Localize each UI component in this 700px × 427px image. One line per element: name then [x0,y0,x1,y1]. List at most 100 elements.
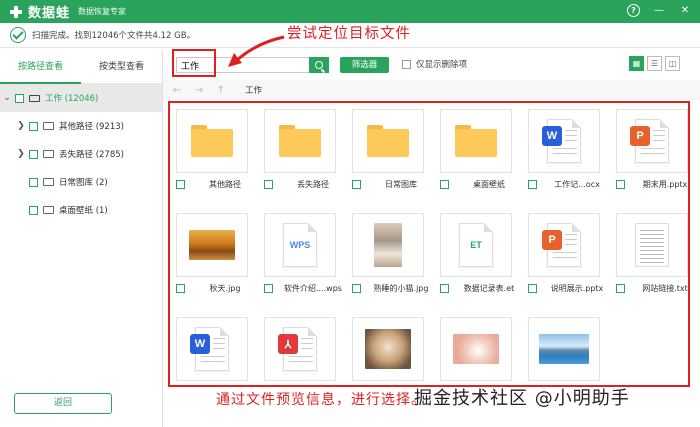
title-bar: 数据蛙 数据恢复专家 ? — ✕ [0,0,700,23]
file-thumbnail[interactable] [264,109,336,173]
breadcrumb: 工作 [245,86,263,96]
file-thumbnail[interactable] [352,109,424,173]
file-tile[interactable]: ET 数据记录表.et [436,209,514,299]
check-circle-icon [10,27,26,43]
file-checkbox[interactable] [440,284,449,293]
deleted-only-toggle[interactable]: 仅显示删除项 [402,58,467,70]
file-label: 网站链接.txt [616,283,700,294]
nav-back-icon[interactable]: ← [169,85,185,96]
image-thumbnail [189,230,235,260]
file-tile[interactable]: 其他路径 [172,105,250,195]
file-tile[interactable]: P 说明展示.pptx [524,209,603,299]
file-tile[interactable]: WPS 软件介绍....wps [260,209,342,299]
file-thumbnail[interactable]: P [616,109,688,173]
file-tile[interactable]: W 工作记...ocx [524,105,602,195]
tree-item-wallpaper[interactable]: 桌面壁纸 (1) [0,196,162,224]
file-thumbnail[interactable]: W [528,109,600,173]
file-checkbox[interactable] [616,284,625,293]
chevron-right-icon[interactable]: ❯ [16,149,26,159]
file-thumbnail[interactable]: W [176,317,248,381]
deleted-only-label: 仅显示删除项 [416,60,468,70]
tree-checkbox[interactable] [29,149,38,159]
image-thumbnail [365,329,411,369]
tree-item-root[interactable]: ⌄ 工作 (12046) [0,84,162,112]
tree-item-label: 工作 (12046) [45,94,99,104]
image-thumbnail [374,223,402,267]
file-thumbnail[interactable] [352,213,424,277]
nav-up-icon[interactable]: ↑ [213,85,229,96]
app-name: 数据蛙 [28,6,71,21]
watermark: 掘金技术社区 @小明助手 [414,388,630,409]
file-label: 桌面壁纸 [440,179,524,190]
file-tile[interactable]: 秋天.jpg [172,209,250,299]
file-name: 秋天.jpg [209,284,241,293]
file-label: 期末用.pptx [616,179,700,190]
grid-view-icon[interactable]: ▦ [629,56,644,71]
file-thumbnail[interactable] [440,317,512,381]
tree-checkbox[interactable] [29,177,38,187]
detail-view-icon[interactable]: ◫ [665,56,680,71]
chevron-down-icon[interactable]: ⌄ [2,93,12,103]
et-file-icon: ET [459,223,493,267]
view-toggles: ▦ ☰ ◫ [629,56,680,71]
file-checkbox[interactable] [176,180,185,189]
chevron-right-icon[interactable]: ❯ [16,121,26,131]
file-name: 网站链接.txt [642,284,688,293]
back-button[interactable]: 返回 [14,393,112,414]
file-name: 数据记录表.et [463,284,515,293]
file-thumbnail[interactable]: WPS [264,213,336,277]
file-name: 熟睡的小猫.jpg [373,284,429,293]
filter-button[interactable]: 筛选器 [340,57,389,73]
deleted-only-checkbox[interactable] [402,59,411,69]
file-thumbnail[interactable]: ET [440,213,512,277]
file-tile[interactable]: 丢失路径 [260,105,338,195]
folder-icon [43,178,54,186]
file-checkbox[interactable] [352,284,361,293]
file-thumbnail[interactable]: ⅄ [264,317,336,381]
file-label: 说明展示.pptx [528,283,612,294]
sidebar: 按路径查看 按类型查看 ⌄ 工作 (12046) ❯ 其他路径 (9213) ❯… [0,50,163,427]
tree-checkbox[interactable] [29,121,38,131]
minimize-button[interactable]: — [652,3,666,17]
tree-item-other-path[interactable]: ❯ 其他路径 (9213) [0,112,162,140]
tab-by-path[interactable]: 按路径查看 [0,50,81,84]
image-thumbnail [539,334,589,364]
file-checkbox[interactable] [176,284,185,293]
file-thumbnail[interactable] [440,109,512,173]
close-button[interactable]: ✕ [678,3,692,17]
ppt-file-icon: P [542,223,581,267]
file-checkbox[interactable] [264,180,273,189]
file-thumbnail[interactable] [176,213,248,277]
file-name: 丢失路径 [297,180,329,189]
tab-by-type[interactable]: 按类型查看 [81,50,162,84]
file-thumbnail[interactable]: P [528,213,600,277]
file-thumbnail[interactable] [176,109,248,173]
annotation-highlight-search [172,49,216,77]
file-thumbnail[interactable] [616,213,688,277]
file-tile[interactable]: 桌面壁纸 [436,105,514,195]
file-checkbox[interactable] [352,180,361,189]
search-button[interactable] [309,57,329,73]
tree-item-daily-gallery[interactable]: 日常图库 (2) [0,168,162,196]
file-tile[interactable]: 网站链接.txt [612,209,690,299]
file-thumbnail[interactable] [352,317,424,381]
nav-forward-icon[interactable]: → [191,85,207,96]
list-view-icon[interactable]: ☰ [647,56,662,71]
folder-icon [455,125,497,157]
tree-checkbox[interactable] [15,93,24,103]
file-tile[interactable]: 熟睡的小猫.jpg [348,209,428,299]
file-tile[interactable]: 日常图库 [348,105,426,195]
file-tile[interactable]: P 期末用.pptx [612,105,690,195]
file-checkbox[interactable] [264,284,273,293]
tree-checkbox[interactable] [29,205,38,215]
tree-item-lost-path[interactable]: ❯ 丢失路径 (2785) [0,140,162,168]
word-file-icon: W [542,119,581,163]
file-checkbox[interactable] [528,180,537,189]
file-thumbnail[interactable] [528,317,600,381]
word-file-icon: W [190,327,229,371]
file-name: 软件介绍....wps [284,284,342,293]
file-checkbox[interactable] [528,284,537,293]
file-checkbox[interactable] [440,180,449,189]
help-button[interactable]: ? [627,3,640,17]
file-checkbox[interactable] [616,180,625,189]
